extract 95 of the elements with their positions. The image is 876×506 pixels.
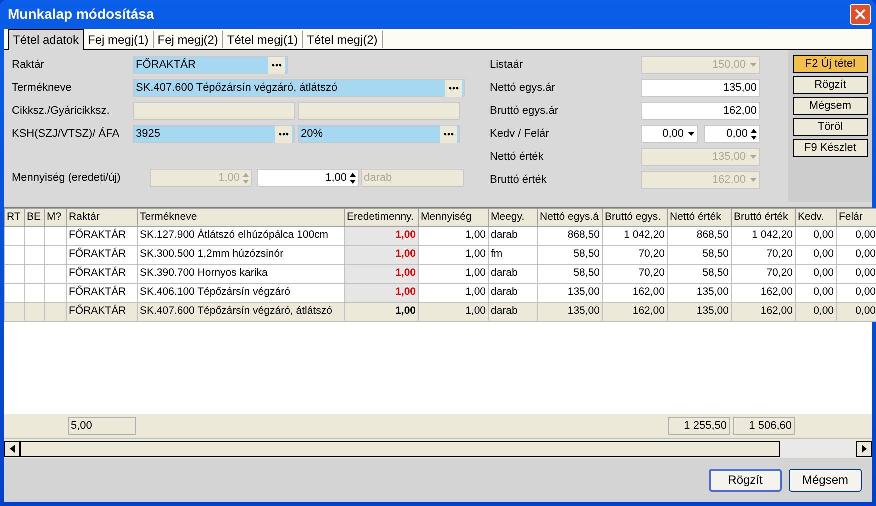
tab[interactable]: Tétel megj(1) <box>223 31 304 48</box>
side-button[interactable]: Rögzít <box>793 76 868 94</box>
tab[interactable]: Tétel megj(2) <box>303 31 383 48</box>
dialog-button[interactable]: Rögzít <box>709 468 782 492</box>
input-field: darab <box>361 169 464 187</box>
table-row[interactable]: FŐRAKTÁR SK.407.600 Tépőzársín végzáró, átlátszó 1,00 1,00 darab 135,00 162,00 135,00 162,00 0,00 0,00 <box>4 302 876 322</box>
input-field[interactable]: 135,00 <box>641 79 760 97</box>
input-field[interactable]: 3925 <box>133 125 295 143</box>
input-field[interactable]: 162,00 <box>641 102 760 120</box>
table-cell: 1,00 <box>344 246 418 264</box>
field-label: Termékneve <box>12 80 73 96</box>
column-header[interactable]: Bruttó egys. <box>602 208 668 226</box>
right-arrow-icon <box>862 444 866 452</box>
table-cell: 162,00 <box>732 302 796 322</box>
side-button[interactable]: F9 Készlet <box>793 139 868 157</box>
dropdown-caret-icon <box>750 155 757 159</box>
tab[interactable]: Tétel adatok <box>8 29 84 50</box>
column-header[interactable]: M? <box>44 208 66 226</box>
window-title: Munkalap módosítása <box>8 5 154 24</box>
side-button[interactable]: Töröl <box>793 118 868 136</box>
input-field[interactable]: 20% <box>298 125 460 143</box>
input-field[interactable]: 0,00 <box>641 125 698 143</box>
table-cell: 1,00 <box>418 302 488 322</box>
table-cell: 135,00 <box>538 302 602 322</box>
left-arrow-icon <box>10 444 14 452</box>
table-cell: SK.407.600 Tépőzársín végzáró, átlátszó <box>138 302 344 322</box>
dots-icon <box>444 132 454 136</box>
close-icon <box>855 9 866 20</box>
table-cell: 1,00 <box>344 226 418 246</box>
side-button[interactable]: F2 Új tétel <box>793 55 868 73</box>
close-button[interactable] <box>850 4 871 25</box>
dots-icon <box>272 64 282 66</box>
field-label: Nettó érték <box>490 150 545 165</box>
tab[interactable]: Fej megj(1) <box>84 31 154 48</box>
field-label: Cikksz./Gyáricikksz. <box>12 104 111 119</box>
input-field: 150,00 <box>641 56 760 74</box>
dropdown-caret-icon <box>750 63 757 67</box>
spinner-arrows-icon[interactable] <box>751 128 757 140</box>
total-cell: 5,00 <box>68 417 136 435</box>
dots-icon <box>448 86 458 90</box>
tab[interactable]: Fej megj(2) <box>154 31 224 48</box>
side-button[interactable]: Mégsem <box>793 97 868 115</box>
field-label: Kedv / Felár <box>490 126 550 142</box>
field-label: Raktár <box>12 58 46 73</box>
dialog-button[interactable]: Mégsem <box>789 468 862 492</box>
input-field[interactable]: 0,00 <box>704 125 760 143</box>
scrollbar-thumb[interactable] <box>20 440 780 456</box>
table-row[interactable]: FŐRAKTÁR SK.300.500 1,2mm húzózsinór 1,00 1,00 fm 58,50 70,20 58,50 70,20 0,00 0,00 <box>4 246 876 264</box>
column-header[interactable]: Mennyiség <box>418 208 488 226</box>
table-row[interactable]: FŐRAKTÁR SK.406.100 Tépőzársín végzáró 1,00 1,00 darab 135,00 162,00 135,00 162,00 0,00 0,00 <box>4 284 876 302</box>
table-cell: 162,00 <box>602 302 668 322</box>
column-header[interactable]: BE <box>24 208 44 226</box>
table-cell: FŐRAKTÁR <box>66 302 138 322</box>
table-cell: 1,00 <box>344 284 418 302</box>
total-cell: 1 255,50 <box>668 417 730 435</box>
table-cell: 0,00 <box>796 302 836 322</box>
scroll-left-button[interactable] <box>4 440 20 456</box>
field-label: Nettó egys.ár <box>490 80 556 96</box>
dropdown-caret-icon <box>750 178 757 182</box>
column-header[interactable]: Bruttó érték <box>732 208 796 226</box>
field-label: Bruttó érték <box>490 172 548 188</box>
input-field[interactable]: FŐRAKTÁR <box>133 56 288 74</box>
field-label: KSH(SZJ/VTSZ)/ ÁFA <box>12 126 121 142</box>
field-label: Bruttó egys.ár <box>490 104 560 119</box>
table-cell: darab <box>488 302 538 322</box>
input-field[interactable]: SK.407.600 Tépőzársín végzáró, átlátszó <box>133 79 465 97</box>
lookup-button[interactable] <box>445 80 462 96</box>
table-cell: 1,00 <box>344 302 418 322</box>
column-header[interactable]: Nettó érték <box>668 208 732 226</box>
input-field[interactable]: 1,00 <box>257 169 359 187</box>
input-field: 135,00 <box>641 148 760 166</box>
scroll-right-button[interactable] <box>856 440 872 456</box>
dropdown-caret-icon <box>688 132 695 136</box>
table-row[interactable]: FŐRAKTÁR SK.390.700 Hornyos karika 1,00 1,00 darab 58,50 70,20 58,50 70,20 0,00 0,00 <box>4 264 876 284</box>
column-header[interactable]: Felár <box>836 208 876 226</box>
lookup-button[interactable] <box>275 126 292 142</box>
column-header[interactable]: RT <box>4 208 24 226</box>
table-row[interactable]: FŐRAKTÁR SK.127.900 Átlátszó elhúzópálca 100cm 1,00 1,00 darab 868,50 1 042,20 868,50 1 042,20 0,00 0,00 <box>4 226 876 246</box>
column-header[interactable]: Nettó egys.á <box>538 208 602 226</box>
lookup-button[interactable] <box>268 56 285 74</box>
table-cell: 135,00 <box>668 302 732 322</box>
total-cell: 1 506,60 <box>733 417 795 435</box>
lookup-button[interactable] <box>440 126 457 142</box>
input-field: 1,00 <box>150 169 252 187</box>
table-cell: 1,00 <box>344 264 418 284</box>
input-field: 162,00 <box>641 171 760 189</box>
dots-icon <box>278 132 288 136</box>
column-header[interactable]: Eredetimenny. <box>344 208 418 226</box>
column-header[interactable]: Raktár <box>66 208 138 226</box>
field-label: Mennyiség (eredeti/új) <box>12 170 122 186</box>
column-header[interactable]: Termékneve <box>138 208 344 226</box>
field-label: Listaár <box>490 58 524 73</box>
spinner-arrows-icon[interactable] <box>350 172 356 184</box>
column-header[interactable]: Meegy. <box>488 208 538 226</box>
column-header[interactable]: Kedv. <box>796 208 836 226</box>
